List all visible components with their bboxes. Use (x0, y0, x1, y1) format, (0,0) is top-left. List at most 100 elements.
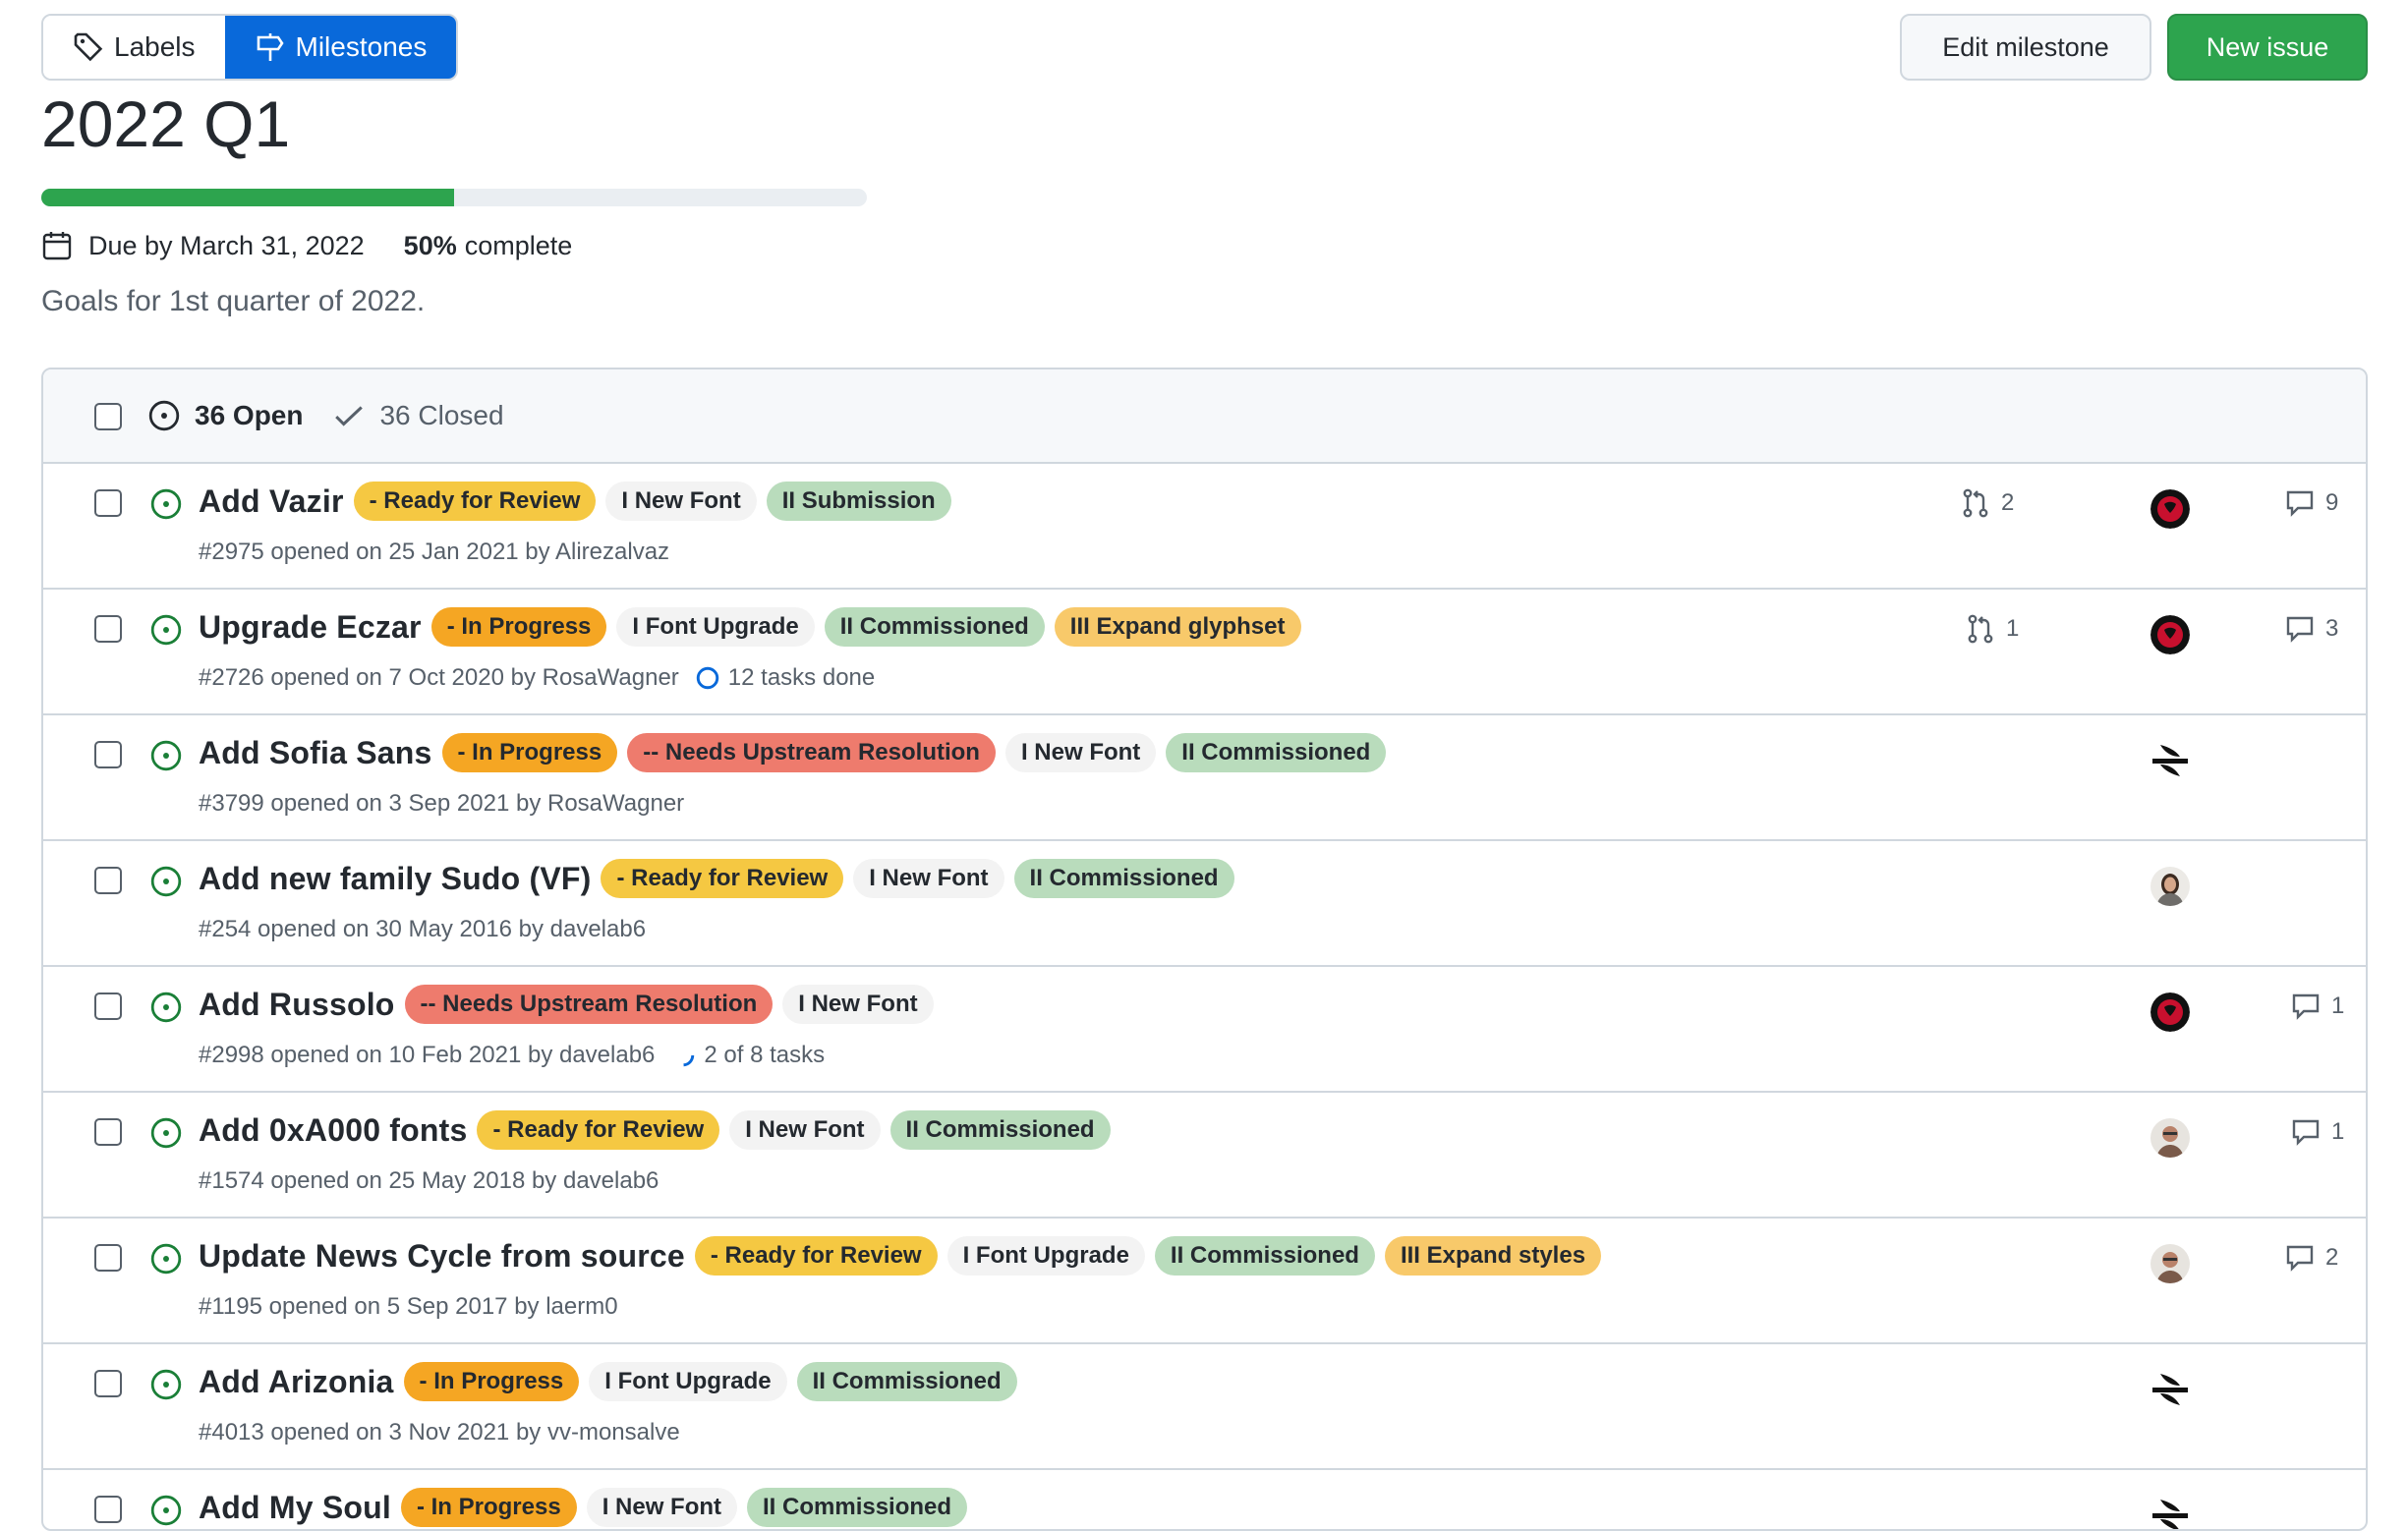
comment-icon (2292, 1119, 2320, 1146)
comment-icon (2292, 993, 2320, 1020)
issue-title[interactable]: Update News Cycle from source (199, 1238, 685, 1275)
select-all-checkbox[interactable] (94, 403, 122, 430)
assignee-avatar[interactable] (2150, 867, 2190, 906)
comment-icon (2286, 616, 2314, 643)
issue-label[interactable]: I New Font (853, 859, 1004, 898)
linked-pull-requests[interactable]: 1 (1965, 613, 2019, 645)
closed-count: 36 Closed (379, 400, 504, 430)
task-progress-icon (672, 1044, 695, 1067)
issue-row: Upgrade Eczar - In Progress I Font Upgrade… (43, 590, 2366, 715)
assignee-avatar[interactable] (2150, 741, 2190, 780)
issue-label[interactable]: I New Font (1004, 733, 1157, 772)
issue-checkbox[interactable] (94, 1496, 122, 1523)
issue-row: Add My Soul - In Progress I New Font II Com… (43, 1470, 2366, 1529)
issue-title[interactable]: Add Vazir (199, 483, 344, 520)
issue-label[interactable]: - In Progress (430, 607, 607, 647)
issue-meta: #1574 opened on 25 May 2018 by davelab6 (199, 1167, 659, 1195)
issue-label[interactable]: I New Font (729, 1110, 881, 1150)
issue-label[interactable]: I Font Upgrade (616, 607, 815, 647)
comments-link[interactable]: 1 (2290, 1116, 2344, 1148)
issue-title[interactable]: Add Arizonia (199, 1364, 394, 1400)
issue-meta-text: #2975 opened on 25 Jan 2021 by Alirezalv… (199, 539, 670, 565)
labels-tab[interactable]: Labels (43, 16, 225, 79)
assignee-avatar[interactable] (2150, 1496, 2190, 1529)
issue-title-line: Upgrade Eczar - In Progress I Font Upgrade… (199, 607, 1311, 647)
comments-link[interactable]: 3 (2284, 613, 2338, 645)
comment-count: 1 (2331, 992, 2345, 1019)
issue-label[interactable]: I New Font (586, 1488, 738, 1527)
open-filter[interactable]: 36 Open (147, 399, 303, 432)
assignee-avatar[interactable] (2150, 615, 2190, 654)
issue-label[interactable]: II Commissioned (1154, 1236, 1375, 1276)
linked-pull-requests[interactable]: 2 (1960, 487, 2014, 519)
issue-meta: #2998 opened on 10 Feb 2021 by davelab6 2… (199, 1042, 825, 1069)
new-issue-button[interactable]: New issue (2167, 14, 2368, 81)
issue-label[interactable]: III Expand styles (1384, 1236, 1602, 1276)
comment-count: 9 (2325, 489, 2339, 516)
issue-checkbox[interactable] (94, 1244, 122, 1272)
issue-row: Add Russolo -- Needs Upstream Resolution I… (43, 967, 2366, 1093)
percent-complete: 50% (403, 230, 457, 260)
issue-checkbox[interactable] (94, 489, 122, 517)
state-filters: 36 Open 36 Closed (147, 369, 504, 462)
issue-label[interactable]: - Ready for Review (601, 859, 844, 898)
comments-link[interactable]: 2 (2284, 1242, 2338, 1274)
issue-label[interactable]: - In Progress (441, 733, 618, 772)
issue-checkbox[interactable] (94, 867, 122, 894)
issue-label[interactable]: - Ready for Review (694, 1236, 938, 1276)
issue-meta: #2726 opened on 7 Oct 2020 by RosaWagner… (199, 664, 875, 692)
issue-title[interactable]: Add 0xA000 fonts (199, 1112, 467, 1149)
assignee-avatar[interactable] (2150, 489, 2190, 529)
labels-milestones-nav: Labels Milestones (41, 14, 459, 81)
issue-title[interactable]: Add new family Sudo (VF) (199, 861, 591, 897)
issue-rows: Add Vazir - Ready for Review I New Font II … (43, 464, 2366, 1529)
issue-label[interactable]: I New Font (605, 482, 757, 521)
issue-title[interactable]: Add Russolo (199, 987, 395, 1023)
issue-label[interactable]: - Ready for Review (353, 482, 597, 521)
issue-label[interactable]: II Commissioned (1166, 733, 1387, 772)
issue-row: Add Sofia Sans - In Progress -- Needs Upst… (43, 715, 2366, 841)
issue-label[interactable]: II Commissioned (796, 1362, 1017, 1401)
issue-label[interactable]: I Font Upgrade (589, 1362, 787, 1401)
issue-title[interactable]: Upgrade Eczar (199, 609, 422, 646)
issue-label[interactable]: II Commissioned (747, 1488, 968, 1527)
issue-label[interactable]: I Font Upgrade (946, 1236, 1145, 1276)
issue-checkbox[interactable] (94, 992, 122, 1020)
assignee-avatar[interactable] (2150, 1244, 2190, 1283)
issue-checkbox[interactable] (94, 1370, 122, 1397)
comment-icon (2286, 1245, 2314, 1272)
labels-tab-label: Labels (114, 31, 196, 62)
comments-link[interactable]: 1 (2290, 991, 2344, 1022)
issue-title[interactable]: Add My Soul (199, 1490, 391, 1526)
due-date: Due by March 31, 2022 (88, 230, 365, 260)
issue-label[interactable]: II Commissioned (889, 1110, 1111, 1150)
issue-opened-icon (150, 740, 182, 771)
assignee-avatar[interactable] (2150, 1370, 2190, 1409)
comments-link[interactable]: 9 (2284, 487, 2338, 519)
issue-label[interactable]: - Ready for Review (477, 1110, 720, 1150)
issue-label[interactable]: II Submission (766, 482, 951, 521)
issue-label[interactable]: II Commissioned (1013, 859, 1234, 898)
assignee-avatar[interactable] (2150, 992, 2190, 1032)
issue-label[interactable]: - In Progress (403, 1362, 580, 1401)
milestones-tab[interactable]: Milestones (224, 16, 457, 79)
edit-milestone-button[interactable]: Edit milestone (1900, 14, 2151, 81)
issue-label[interactable]: -- Needs Upstream Resolution (627, 733, 996, 772)
issue-label[interactable]: II Commissioned (824, 607, 1045, 647)
issue-title[interactable]: Add Sofia Sans (199, 735, 432, 771)
closed-filter[interactable]: 36 Closed (332, 399, 504, 432)
issue-checkbox[interactable] (94, 615, 122, 643)
issue-meta-text: #2726 opened on 7 Oct 2020 by RosaWagner (199, 664, 679, 691)
issue-meta: #3799 opened on 3 Sep 2021 by RosaWagner (199, 790, 684, 818)
issue-label[interactable]: - In Progress (400, 1488, 577, 1527)
issue-opened-icon (150, 488, 182, 520)
issue-checkbox[interactable] (94, 1118, 122, 1146)
issue-checkbox[interactable] (94, 741, 122, 768)
assignee-avatar[interactable] (2150, 1118, 2190, 1158)
issue-label[interactable]: III Expand glyphset (1054, 607, 1301, 647)
issue-title-line: Add Arizonia - In Progress I Font Upgrade I… (199, 1362, 1027, 1401)
issue-label[interactable]: I New Font (782, 985, 934, 1024)
issue-label[interactable]: -- Needs Upstream Resolution (404, 985, 774, 1024)
issue-opened-icon (150, 1495, 182, 1526)
issue-meta-text: #3799 opened on 3 Sep 2021 by RosaWagner (199, 790, 685, 817)
